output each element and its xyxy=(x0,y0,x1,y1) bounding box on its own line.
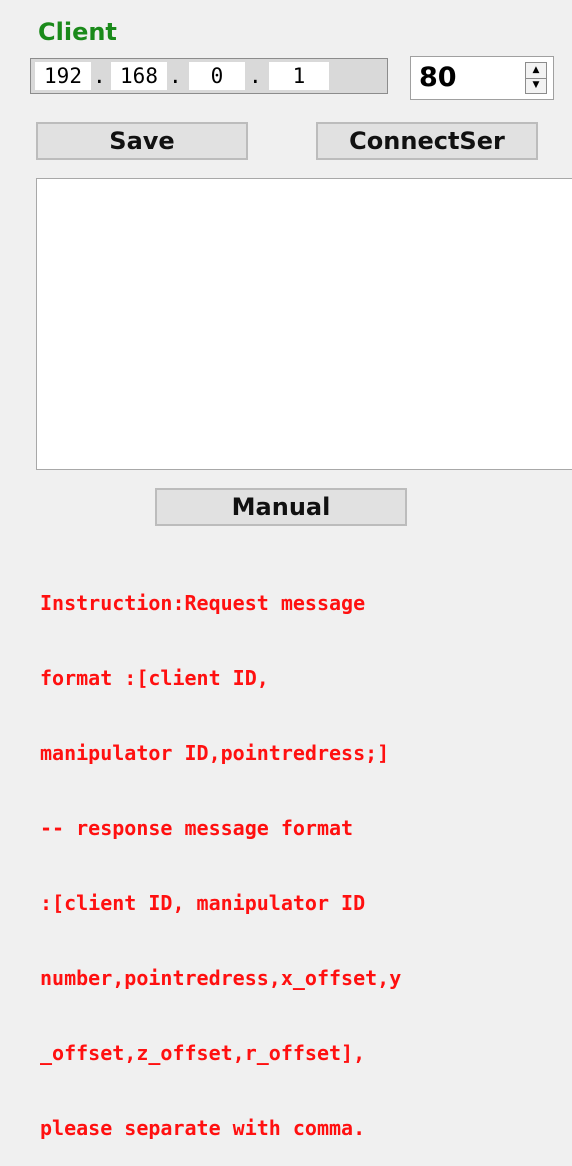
ip-octet-3[interactable]: 0 xyxy=(189,62,245,90)
instruction-line: :[client ID, manipulator ID xyxy=(40,891,366,915)
instruction-text: Instruction:Request message format :[cli… xyxy=(40,541,572,1166)
save-button[interactable]: Save xyxy=(36,122,248,160)
message-textarea[interactable] xyxy=(36,178,572,470)
spin-down-icon[interactable]: ▼ xyxy=(526,78,546,93)
port-spinbox[interactable]: 80 ▲ ▼ xyxy=(410,56,554,100)
instruction-line: number,pointredress,x_offset,y xyxy=(40,966,402,990)
spin-up-icon[interactable]: ▲ xyxy=(526,63,546,79)
instruction-line: please separate with comma. xyxy=(40,1116,366,1140)
group-title: Client xyxy=(38,18,117,46)
instruction-line: -- response message format xyxy=(40,816,354,840)
spin-buttons[interactable]: ▲ ▼ xyxy=(525,62,547,94)
port-value[interactable]: 80 xyxy=(419,62,457,93)
instruction-line: format :[client ID, xyxy=(40,666,269,690)
instruction-line: manipulator ID,pointredress;] xyxy=(40,741,390,765)
ip-octet-1[interactable]: 192 xyxy=(35,62,91,90)
instruction-line: _offset,z_offset,r_offset], xyxy=(40,1041,366,1065)
ip-separator: . xyxy=(249,64,262,88)
connect-server-button[interactable]: ConnectSer xyxy=(316,122,538,160)
ip-octet-2[interactable]: 168 xyxy=(111,62,167,90)
instruction-line: Instruction:Request message xyxy=(40,591,366,615)
ip-separator: . xyxy=(169,64,182,88)
ip-separator: . xyxy=(93,64,106,88)
ip-address-input[interactable]: 192 . 168 . 0 . 1 xyxy=(30,58,388,94)
ip-octet-4[interactable]: 1 xyxy=(269,62,329,90)
manual-button[interactable]: Manual xyxy=(155,488,407,526)
